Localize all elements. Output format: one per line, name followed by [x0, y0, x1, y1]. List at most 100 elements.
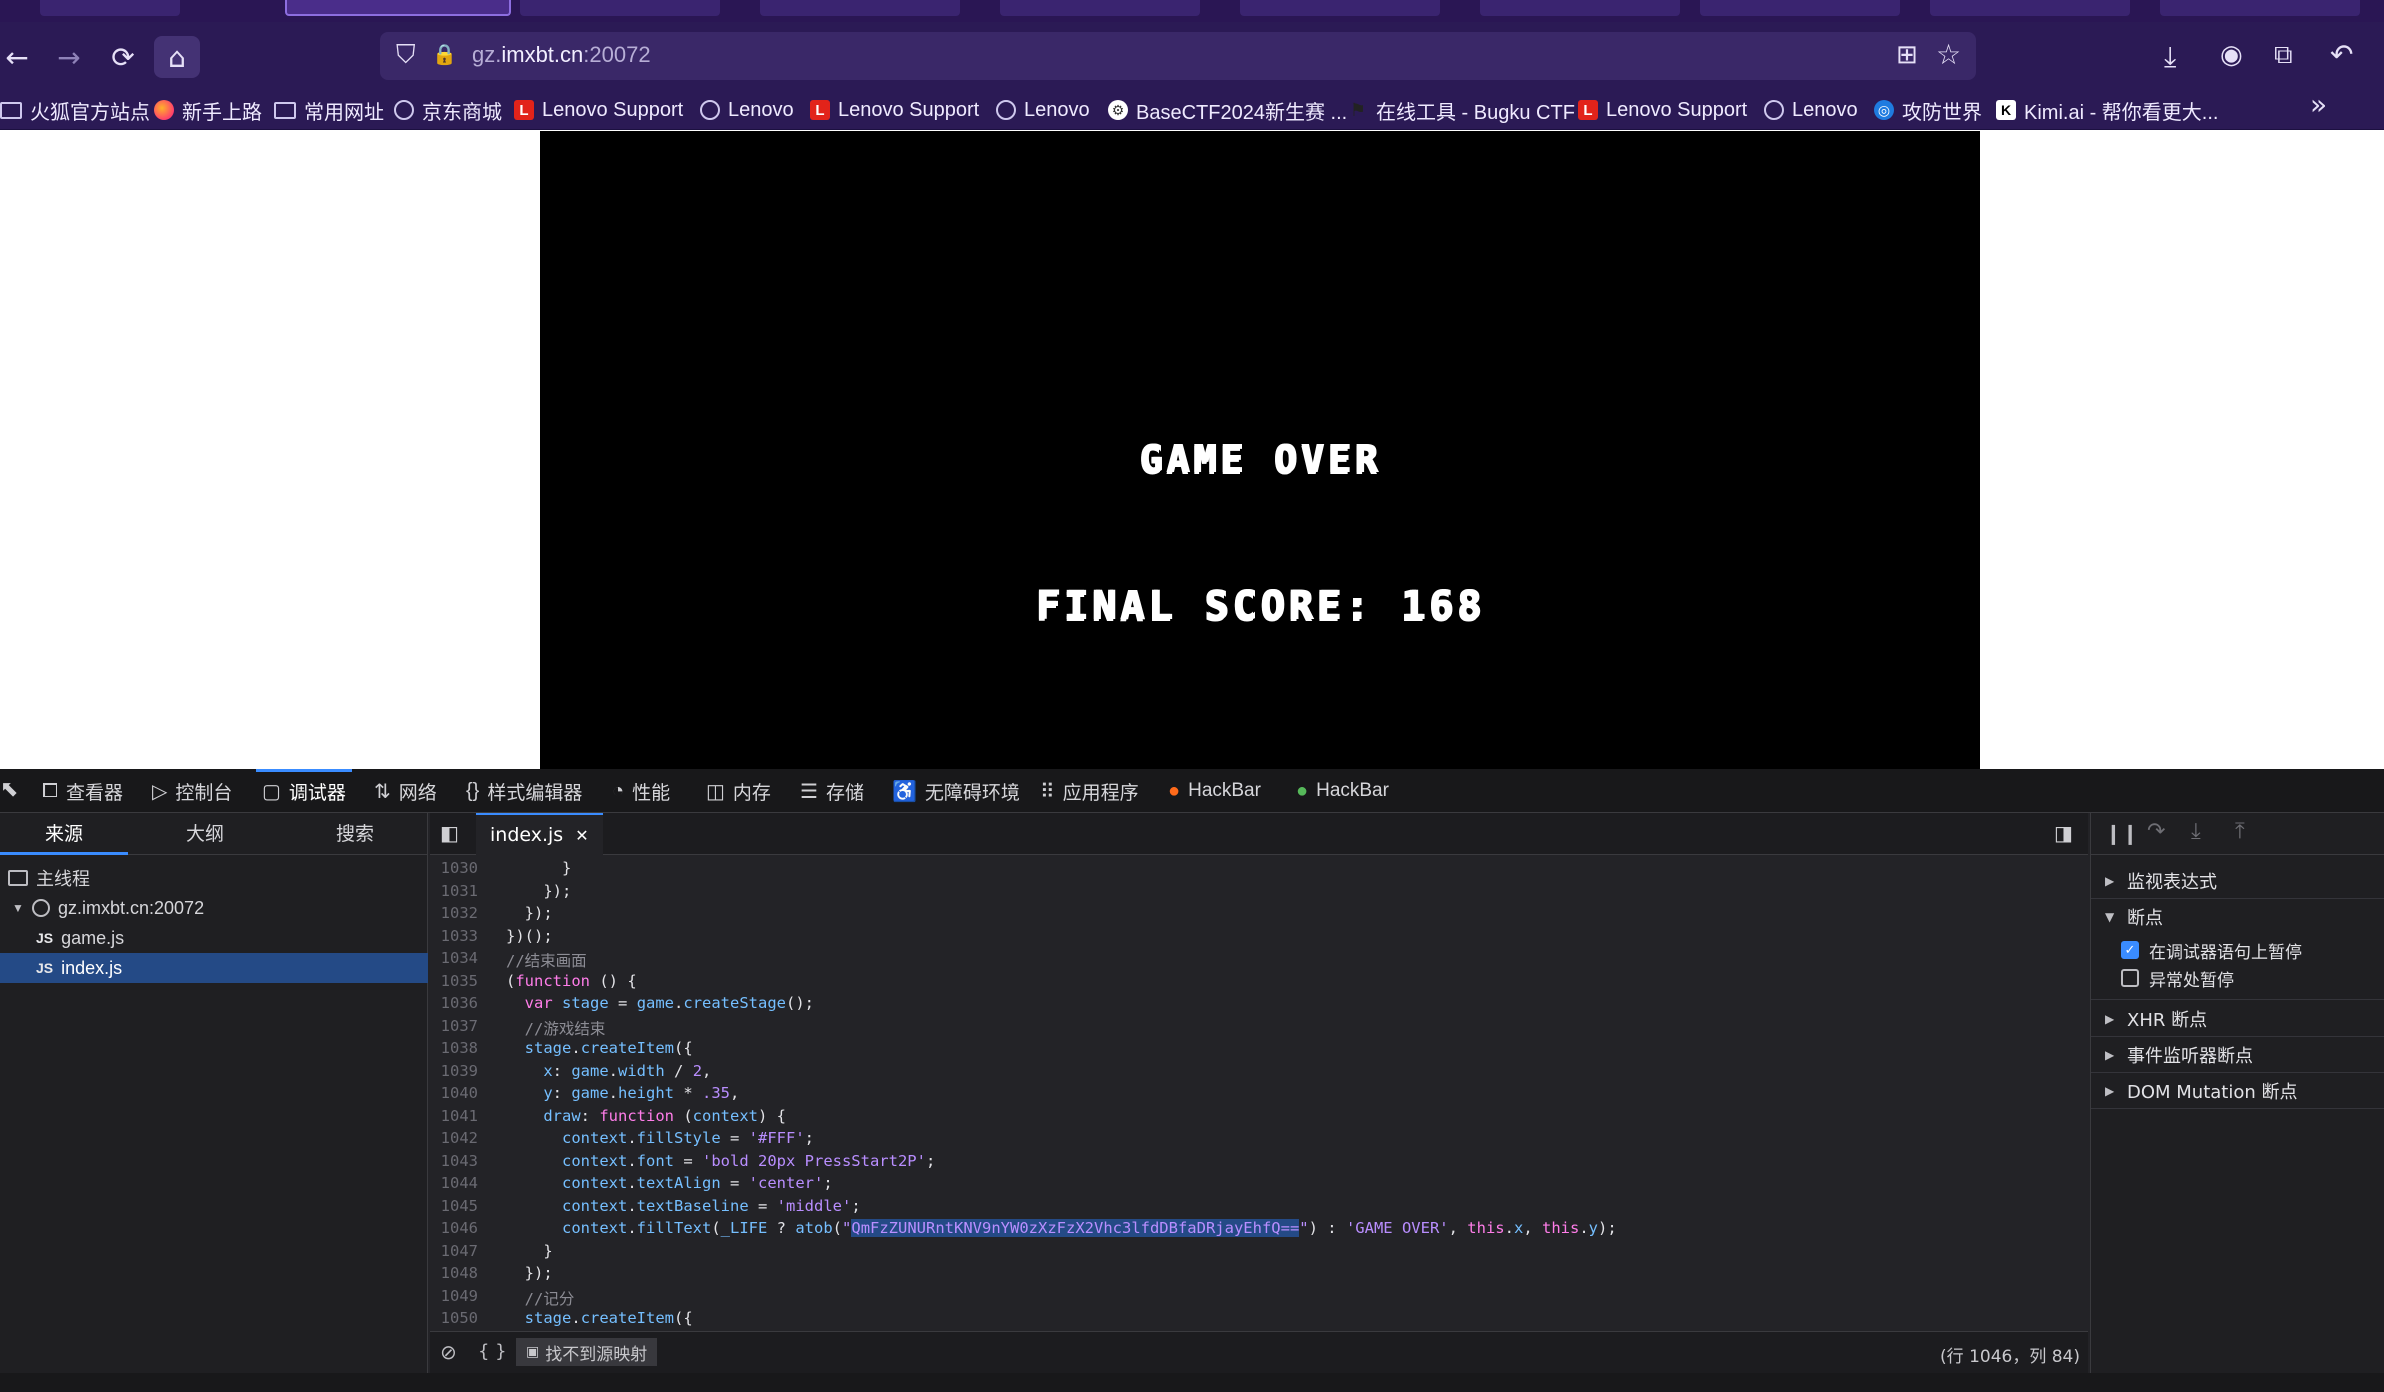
browser-tab[interactable] — [2160, 0, 2360, 16]
tab-performance[interactable]: ◔ 性能 — [612, 769, 670, 813]
tab-inspector[interactable]: ⧠ 查看器 — [42, 769, 123, 813]
source-map-status[interactable]: ▣ 找不到源映射 — [516, 1338, 658, 1366]
close-icon[interactable]: ✕ — [575, 826, 588, 845]
tab-hackbar[interactable]: ● HackBar — [1168, 769, 1261, 813]
code-view[interactable]: 1030 } 1031 }); 1032 }); 1033 })(); 1034… — [430, 855, 2088, 1331]
event-listener-breakpoints-header[interactable]: ▶ 事件监听器断点 — [2091, 1037, 2384, 1073]
line-number[interactable]: 1049 — [430, 1287, 478, 1305]
browser-tab-active[interactable] — [285, 0, 511, 16]
line-number[interactable]: 1035 — [430, 972, 478, 990]
line-number[interactable]: 1030 — [430, 859, 478, 877]
line-number[interactable]: 1031 — [430, 882, 478, 900]
bookmark-item[interactable]: Lenovo — [700, 94, 794, 126]
qr-code-icon[interactable]: ⊞ — [1896, 40, 1918, 70]
editor-tab-index-js[interactable]: index.js ✕ — [476, 813, 603, 855]
bookmark-item[interactable]: ⚙ BaseCTF2024新生赛 ... — [1108, 94, 1347, 126]
line-number[interactable]: 1047 — [430, 1242, 478, 1260]
encoded-string-selection[interactable]: QmFzZUNURntKNV9nYW0zXzFzX2Vhc3lfdDBfaDRj… — [851, 1219, 1300, 1237]
screenshot-crop-icon[interactable]: ⧉ — [2274, 40, 2293, 71]
browser-tab[interactable] — [1480, 0, 1680, 16]
line-number[interactable]: 1033 — [430, 927, 478, 945]
tab-memory[interactable]: ◫ 内存 — [706, 769, 771, 813]
dom-mutation-breakpoints-header[interactable]: ▶ DOM Mutation 断点 — [2091, 1073, 2384, 1109]
bookmark-item[interactable]: Lenovo — [1764, 94, 1858, 126]
step-in-icon[interactable]: ⤓ — [2191, 819, 2201, 844]
tab-style-editor[interactable]: {} 样式编辑器 — [466, 769, 582, 813]
pretty-print-button[interactable]: { } — [478, 1341, 507, 1362]
forward-button[interactable]: → — [46, 36, 92, 78]
tab-hackbar[interactable]: ● HackBar — [1296, 769, 1389, 813]
pause-on-debugger-option[interactable]: ✓ 在调试器语句上暂停 — [2121, 937, 2302, 963]
watch-expressions-header[interactable]: ▶ 监视表达式 — [2091, 863, 2384, 899]
tab-network[interactable]: ⇅ 网络 — [374, 769, 437, 813]
line-number[interactable]: 1034 — [430, 949, 478, 967]
line-number[interactable]: 1036 — [430, 994, 478, 1012]
tab-accessibility[interactable]: ♿ 无障碍环境 — [892, 769, 1020, 813]
bookmark-star-icon[interactable]: ☆ — [1936, 38, 1961, 71]
bookmark-item[interactable]: 常用网址 — [274, 94, 384, 126]
download-icon[interactable]: ⤓ — [2164, 40, 2176, 74]
tree-file[interactable]: JS game.js — [0, 923, 428, 953]
pause-on-exception-option[interactable]: 异常处暂停 — [2121, 965, 2234, 991]
line-number[interactable]: 1032 — [430, 904, 478, 922]
browser-tab[interactable] — [1240, 0, 1440, 16]
bookmark-item[interactable]: ◎ 攻防世界 — [1874, 94, 1982, 126]
line-number[interactable]: 1041 — [430, 1107, 478, 1125]
checkbox-checked[interactable]: ✓ — [2121, 941, 2139, 959]
tab-outline[interactable]: 大纲 — [140, 813, 270, 855]
tree-host[interactable]: ▼ gz.imxbt.cn:20072 — [0, 893, 428, 923]
tab-storage[interactable]: ☰ 存储 — [800, 769, 864, 813]
toggle-right-pane-icon[interactable]: ◨ — [2054, 821, 2073, 845]
bookmark-item[interactable]: 火狐官方站点 — [0, 94, 150, 126]
line-number[interactable]: 1048 — [430, 1264, 478, 1282]
browser-tab[interactable] — [40, 0, 180, 16]
bookmark-item[interactable]: 新手上路 — [154, 94, 262, 126]
checkbox-unchecked[interactable] — [2121, 969, 2139, 987]
line-number[interactable]: 1045 — [430, 1197, 478, 1215]
browser-tab[interactable] — [1930, 0, 2130, 16]
tab-application[interactable]: ⠿ 应用程序 — [1040, 769, 1139, 813]
line-number[interactable]: 1043 — [430, 1152, 478, 1170]
line-number[interactable]: 1050 — [430, 1309, 478, 1327]
toggle-sidebar-icon[interactable]: ◧ — [440, 821, 459, 845]
back-button[interactable]: ← — [0, 36, 40, 78]
browser-tab[interactable] — [760, 0, 960, 16]
game-canvas[interactable]: GAME OVER FINAL SCORE: 168 — [540, 131, 1980, 769]
tab-search[interactable]: 搜索 — [290, 813, 420, 855]
pick-element-icon[interactable]: ⬉ — [0, 777, 18, 802]
tree-thread[interactable]: 主线程 — [0, 863, 428, 893]
xhr-breakpoints-header[interactable]: ▶ XHR 断点 — [2091, 1001, 2384, 1037]
step-over-icon[interactable]: ↷ — [2147, 819, 2165, 844]
line-number[interactable]: 1040 — [430, 1084, 478, 1102]
reload-button[interactable]: ⟳ — [100, 36, 146, 78]
browser-tab[interactable] — [520, 0, 720, 16]
breakpoints-header[interactable]: ▼ 断点 — [2091, 899, 2384, 935]
disable-breakpoints-icon[interactable]: ⊘ — [440, 1340, 457, 1364]
bookmark-item[interactable]: L Lenovo Support — [514, 94, 683, 126]
home-button[interactable]: ⌂ — [154, 36, 200, 78]
tree-file-selected[interactable]: JS index.js — [0, 953, 428, 983]
url-text[interactable]: gz.imxbt.cn:20072 — [472, 42, 651, 68]
pause-icon[interactable]: ❙❙ — [2105, 821, 2139, 845]
browser-tab[interactable] — [1700, 0, 1900, 16]
line-number[interactable]: 1039 — [430, 1062, 478, 1080]
bookmark-item[interactable]: 京东商城 — [394, 94, 502, 126]
browser-tab[interactable] — [1000, 0, 1200, 16]
tab-console[interactable]: ▷ 控制台 — [152, 769, 232, 813]
bookmark-item[interactable]: ⚑ 在线工具 - Bugku CTF — [1348, 94, 1575, 126]
bookmark-item[interactable]: Lenovo — [996, 94, 1090, 126]
more-bookmarks-icon[interactable]: » — [2310, 88, 2327, 121]
tracking-shield-icon[interactable]: ⛉ — [396, 40, 416, 71]
tab-debugger[interactable]: ▢ 调试器 — [256, 769, 352, 813]
bookmark-item[interactable]: L Lenovo Support — [1578, 94, 1747, 126]
tab-sources[interactable]: 来源 — [0, 813, 128, 855]
line-number[interactable]: 1046 — [430, 1219, 478, 1237]
line-number[interactable]: 1038 — [430, 1039, 478, 1057]
line-number[interactable]: 1037 — [430, 1017, 478, 1035]
step-out-icon[interactable]: ⤒ — [2235, 819, 2245, 844]
account-icon[interactable]: ◉ — [2220, 40, 2243, 70]
lock-icon[interactable]: 🔒 — [432, 42, 457, 66]
url-bar[interactable]: ⛉ 🔒 gz.imxbt.cn:20072 ⊞ ☆ — [380, 32, 1976, 80]
bookmark-item[interactable]: K Kimi.ai - 帮你看更大... — [1996, 94, 2218, 126]
line-number[interactable]: 1042 — [430, 1129, 478, 1147]
